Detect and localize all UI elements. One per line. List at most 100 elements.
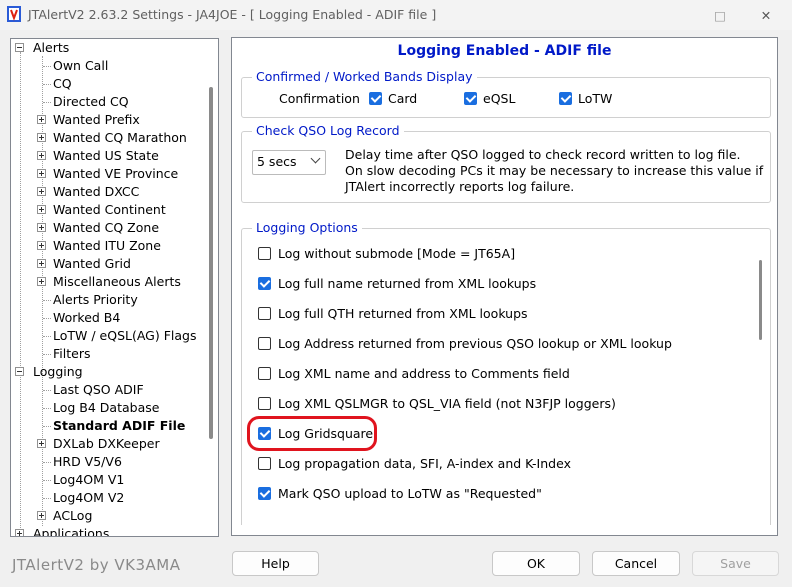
tree-item-label: ACLog bbox=[53, 508, 93, 523]
tree-item[interactable]: Wanted US State bbox=[11, 147, 206, 165]
tree-item[interactable]: ACLog bbox=[11, 507, 206, 525]
tree-item[interactable]: Last QSO ADIF bbox=[11, 381, 206, 399]
tree-connector bbox=[43, 426, 51, 427]
tree-item-label: Wanted CQ Marathon bbox=[53, 130, 187, 145]
tree-item[interactable]: Directed CQ bbox=[11, 93, 206, 111]
chevron-down-icon bbox=[310, 153, 321, 164]
tree-item[interactable]: Standard ADIF File bbox=[11, 417, 206, 435]
logging-option-checkbox[interactable] bbox=[258, 307, 271, 320]
maximize-button[interactable]: □ bbox=[697, 0, 743, 30]
tree-item[interactable]: Worked B4 bbox=[11, 309, 206, 327]
expand-icon[interactable] bbox=[37, 241, 46, 250]
tree-item-label: DXLab DXKeeper bbox=[53, 436, 160, 451]
tree-connector bbox=[43, 462, 51, 463]
expand-icon[interactable] bbox=[37, 169, 46, 178]
tree-item-label: Wanted DXCC bbox=[53, 184, 140, 199]
tree-item[interactable]: Wanted CQ Zone bbox=[11, 219, 206, 237]
tree-item[interactable]: Logging bbox=[11, 363, 206, 381]
tree-item[interactable]: Applications bbox=[11, 525, 206, 537]
tree-item[interactable]: Own Call bbox=[11, 57, 206, 75]
expand-icon[interactable] bbox=[37, 439, 46, 448]
tree-item[interactable]: Wanted CQ Marathon bbox=[11, 129, 206, 147]
expand-icon[interactable] bbox=[37, 511, 46, 520]
logging-option-label[interactable]: Log without submode [Mode = JT65A] bbox=[278, 246, 515, 261]
tree-item[interactable]: Wanted Prefix bbox=[11, 111, 206, 129]
cancel-button[interactable]: Cancel bbox=[592, 551, 680, 576]
delay-description: Delay time after QSO logged to check rec… bbox=[345, 147, 763, 195]
eqsl-checkbox[interactable] bbox=[464, 92, 477, 105]
tree-item-label: Alerts bbox=[33, 40, 70, 55]
expand-icon[interactable] bbox=[37, 151, 46, 160]
tree-item[interactable]: Log B4 Database bbox=[11, 399, 206, 417]
help-button[interactable]: Help bbox=[232, 551, 319, 576]
logging-option-label[interactable]: Log Address returned from previous QSO l… bbox=[278, 336, 672, 351]
delay-description-line: Delay time after QSO logged to check rec… bbox=[345, 147, 741, 162]
logging-option-checkbox[interactable] bbox=[258, 247, 271, 260]
tree-connector bbox=[43, 408, 51, 409]
logging-option-checkbox[interactable] bbox=[258, 487, 271, 500]
tree-connector bbox=[43, 102, 51, 103]
tree-item[interactable]: Wanted ITU Zone bbox=[11, 237, 206, 255]
tree-scrollbar[interactable] bbox=[209, 87, 213, 439]
settings-panel: Logging Enabled - ADIF file Confirmed / … bbox=[231, 37, 778, 536]
lotw-label[interactable]: LoTW bbox=[578, 91, 612, 106]
settings-tree[interactable]: Alerts Own Call CQ Directed CQ Wanted Prefix… bbox=[10, 38, 219, 537]
tree-item[interactable]: DXLab DXKeeper bbox=[11, 435, 206, 453]
card-label[interactable]: Card bbox=[388, 91, 417, 106]
logging-option-checkbox[interactable] bbox=[258, 457, 271, 470]
logging-option-checkbox[interactable] bbox=[258, 397, 271, 410]
tree-item[interactable]: Log4OM V1 bbox=[11, 471, 206, 489]
tree-item[interactable]: LoTW / eQSL(AG) Flags bbox=[11, 327, 206, 345]
tree-item[interactable]: Wanted Continent bbox=[11, 201, 206, 219]
collapse-icon[interactable] bbox=[15, 367, 24, 376]
logging-option-label[interactable]: Log propagation data, SFI, A-index and K… bbox=[278, 456, 571, 471]
logging-option-checkbox[interactable] bbox=[258, 337, 271, 350]
options-scrollbar[interactable] bbox=[759, 260, 762, 340]
eqsl-label[interactable]: eQSL bbox=[483, 91, 515, 106]
expand-icon[interactable] bbox=[37, 277, 46, 286]
tree-item[interactable]: Filters bbox=[11, 345, 206, 363]
close-button[interactable]: ✕ bbox=[743, 0, 789, 30]
expand-icon[interactable] bbox=[37, 223, 46, 232]
expand-icon[interactable] bbox=[37, 205, 46, 214]
card-checkbox[interactable] bbox=[369, 92, 382, 105]
expand-icon[interactable] bbox=[37, 259, 46, 268]
logging-option-label[interactable]: Log XML QSLMGR to QSL_VIA field (not N3F… bbox=[278, 396, 616, 411]
logging-option-checkbox[interactable] bbox=[258, 277, 271, 290]
collapse-icon[interactable] bbox=[15, 43, 24, 52]
lotw-checkbox[interactable] bbox=[559, 92, 572, 105]
tree-item-label: LoTW / eQSL(AG) Flags bbox=[53, 328, 197, 343]
expand-icon[interactable] bbox=[37, 187, 46, 196]
tree-item-label: Applications bbox=[33, 526, 110, 537]
ok-button[interactable]: OK bbox=[492, 551, 580, 576]
tree-item[interactable]: Miscellaneous Alerts bbox=[11, 273, 206, 291]
delay-description-line: On slow decoding PCs it may be necessary… bbox=[345, 163, 764, 178]
tree-item[interactable]: Wanted DXCC bbox=[11, 183, 206, 201]
save-button[interactable]: Save bbox=[692, 551, 779, 576]
logging-option-label[interactable]: Mark QSO upload to LoTW as "Requested" bbox=[278, 486, 542, 501]
tree-item-label: Wanted ITU Zone bbox=[53, 238, 161, 253]
tree-item[interactable]: CQ bbox=[11, 75, 206, 93]
tree-item-label: Log B4 Database bbox=[53, 400, 160, 415]
delay-select[interactable]: 5 secs bbox=[252, 150, 326, 175]
tree-item-label: Wanted Prefix bbox=[53, 112, 140, 127]
tree-item[interactable]: Alerts Priority bbox=[11, 291, 206, 309]
expand-icon[interactable] bbox=[37, 115, 46, 124]
logging-option-checkbox[interactable] bbox=[258, 367, 271, 380]
tree-item-label: Logging bbox=[33, 364, 83, 379]
tree-item[interactable]: Alerts bbox=[11, 39, 206, 57]
expand-icon[interactable] bbox=[15, 529, 24, 536]
highlight-annotation bbox=[247, 416, 377, 451]
logging-option-label[interactable]: Log full QTH returned from XML lookups bbox=[278, 306, 528, 321]
tree-item[interactable]: HRD V5/V6 bbox=[11, 453, 206, 471]
check-qso-legend: Check QSO Log Record bbox=[252, 123, 404, 138]
logging-option-label[interactable]: Log XML name and address to Comments fie… bbox=[278, 366, 570, 381]
tree-item[interactable]: Wanted VE Province bbox=[11, 165, 206, 183]
tree-item-label: Log4OM V2 bbox=[53, 490, 125, 505]
logging-option-label[interactable]: Log full name returned from XML lookups bbox=[278, 276, 536, 291]
expand-icon[interactable] bbox=[37, 133, 46, 142]
tree-item[interactable]: Log4OM V2 bbox=[11, 489, 206, 507]
tree-item-label: Own Call bbox=[53, 58, 109, 73]
tree-item[interactable]: Wanted Grid bbox=[11, 255, 206, 273]
tree-item-label: Miscellaneous Alerts bbox=[53, 274, 181, 289]
